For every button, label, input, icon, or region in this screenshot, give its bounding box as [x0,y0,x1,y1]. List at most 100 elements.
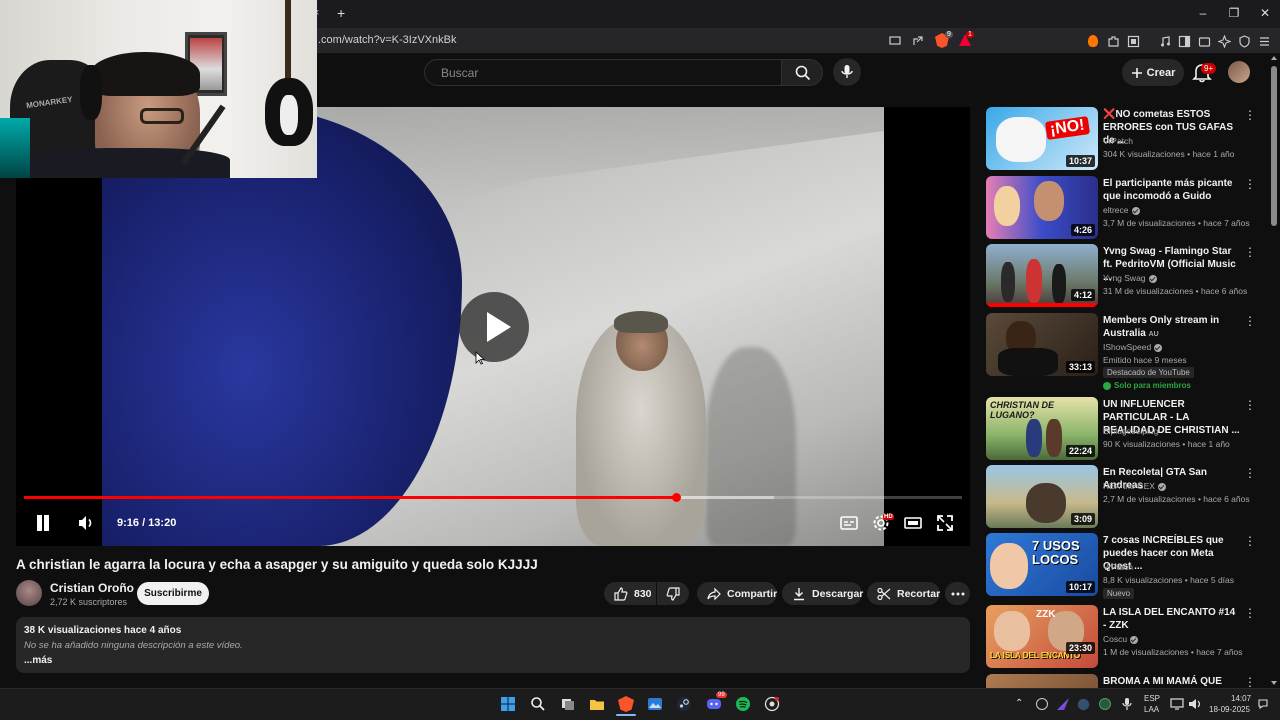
windows-start-icon[interactable] [500,696,516,712]
extension-flame-icon[interactable] [1088,35,1098,47]
video-thumbnail[interactable]: ¡NO! 10:37 [986,107,1098,170]
spotify-icon[interactable] [735,696,751,712]
task-view-icon[interactable] [560,696,576,712]
recommendation-item[interactable]: 33:13 Members Only stream in Australia A… [986,313,1256,393]
recommendation-channel[interactable]: Elplugeselplug [1103,426,1158,436]
recommendation-channel[interactable]: Yvng Swag [1103,273,1157,283]
network-icon[interactable] [1170,698,1184,710]
recommendation-item[interactable]: 4:12 Yvng Swag - Flamingo Star ft. Pedri… [986,244,1256,308]
extension-puzzle-icon[interactable] [1107,35,1120,48]
wallet-icon[interactable] [1198,35,1211,48]
file-explorer-icon[interactable] [589,696,605,712]
window-minimize-button[interactable]: – [1195,6,1211,20]
video-thumbnail[interactable]: 4:12 [986,244,1098,307]
obs-record-icon[interactable] [764,696,780,712]
tray-app-icon[interactable] [1036,698,1048,710]
new-tab-button[interactable]: + [337,5,345,21]
clock-date[interactable]: 18-09-2025 [1209,705,1250,714]
recommendation-channel[interactable]: eltrece [1103,205,1140,215]
sidebar-toggle-icon[interactable] [1127,35,1140,48]
recommendation-channel[interactable]: VrPatch [1103,562,1133,572]
recommendation-title[interactable]: El participante más picante que incomodó… [1103,177,1241,203]
voice-search-button[interactable] [833,58,861,86]
steam-icon[interactable] [676,696,692,712]
more-vertical-icon[interactable]: ⋮ [1244,676,1256,688]
keyboard-layout[interactable]: LAA [1144,705,1159,714]
create-button[interactable]: Crear [1122,59,1184,86]
tray-shield-icon[interactable] [1099,698,1111,710]
video-thumbnail[interactable]: 33:13 [986,313,1098,376]
big-play-button[interactable] [459,292,529,362]
scrollbar-thumb[interactable] [1271,66,1277,226]
recommendation-item[interactable]: 7 USOS LOCOS 10:17 7 cosas INCREÍBLES qu… [986,533,1256,603]
dislike-button[interactable] [657,582,689,605]
share-page-icon[interactable] [912,35,924,47]
recommendation-item[interactable]: LA ISLA DEL ENCANTO ZZK 23:30 LA ISLA DE… [986,605,1256,669]
language-code[interactable]: ESP [1144,694,1160,703]
description-box[interactable]: 38 K visualizaciones hace 4 años No se h… [16,617,970,673]
profile-avatar[interactable] [1228,61,1250,83]
recommendation-item[interactable]: ¡NO! 10:37 ❌NO cometas ESTOS ERRORES con… [986,107,1256,171]
recommendation-title[interactable]: LA ISLA DEL ENCANTO #14 - ZZK [1103,606,1241,632]
scroll-up-arrow-icon[interactable] [1270,55,1278,61]
video-thumbnail[interactable]: CHRISTIAN DE LUGANO? 22:24 [986,397,1098,460]
progress-scrubber-handle[interactable] [671,493,681,502]
tray-mic-icon[interactable] [1121,697,1133,711]
recommendation-channel[interactable]: IShowSpeed [1103,342,1163,352]
more-vertical-icon[interactable]: ⋮ [1244,109,1256,123]
download-button[interactable]: Descargar [782,582,863,605]
more-vertical-icon[interactable]: ⋮ [1244,467,1256,481]
browser-menu-icon[interactable] [1258,35,1271,48]
progress-bar[interactable] [24,493,962,502]
window-restore-button[interactable]: ❐ [1226,6,1242,20]
more-vertical-icon[interactable]: ⋮ [1244,399,1256,413]
recommendation-item[interactable]: BROMA A MI MAMÁ QUE ⋮ [986,674,1256,688]
subscribe-button[interactable]: Suscribirme [137,582,209,605]
cast-icon[interactable] [889,35,901,47]
search-input[interactable] [425,60,781,85]
volume-icon[interactable] [76,513,96,533]
theater-mode-icon[interactable] [903,513,923,533]
leo-ai-icon[interactable] [1218,35,1231,48]
media-music-icon[interactable] [1159,35,1172,48]
more-vertical-icon[interactable]: ⋮ [1244,535,1256,549]
more-vertical-icon[interactable]: ⋮ [1244,607,1256,621]
share-button[interactable]: Compartir [697,582,777,605]
fullscreen-icon[interactable] [935,513,955,533]
more-vertical-icon[interactable]: ⋮ [1244,315,1256,329]
more-vertical-icon[interactable]: ⋮ [1244,178,1256,192]
recommendation-channel[interactable]: Coscu [1103,634,1139,644]
window-close-button[interactable]: ✕ [1257,6,1273,20]
vpn-shield-icon[interactable] [1238,35,1251,48]
scroll-down-arrow-icon[interactable] [1270,680,1278,686]
recommendation-title[interactable]: Members Only stream in Australia AU [1103,314,1241,341]
video-thumbnail[interactable]: 7 USOS LOCOS 10:17 [986,533,1098,596]
more-vertical-icon[interactable]: ⋮ [1244,246,1256,260]
show-more-link[interactable]: ...más [24,655,962,666]
url-text[interactable]: .com/watch?v=K-3IzVXnkBk [318,34,456,46]
video-thumbnail[interactable]: LA ISLA DEL ENCANTO ZZK 23:30 [986,605,1098,668]
video-thumbnail[interactable]: 3:09 [986,465,1098,528]
pause-button[interactable] [34,513,52,533]
recommendation-channel[interactable]: REX the GEX [1103,481,1166,491]
search-button[interactable] [781,59,823,86]
video-thumbnail[interactable]: 4:26 [986,176,1098,239]
more-actions-button[interactable] [945,582,970,605]
recommendation-channel[interactable]: VrPatch [1103,136,1133,146]
taskbar-search-icon[interactable] [530,696,546,712]
video-thumbnail[interactable] [986,674,1098,688]
notification-center-icon[interactable] [1257,698,1269,710]
channel-name[interactable]: Cristian Oroño [50,581,134,595]
recommendation-title[interactable]: BROMA A MI MAMÁ QUE [1103,675,1241,688]
recommendation-item[interactable]: 4:26 El participante más picante que inc… [986,176,1256,240]
like-button[interactable]: 830 [604,582,656,605]
channel-avatar[interactable] [16,580,42,606]
clip-button[interactable]: Recortar [867,582,940,605]
tray-overflow-chevron-icon[interactable]: ⌃ [1015,698,1023,709]
tray-steam-icon[interactable] [1077,698,1090,711]
speaker-icon[interactable] [1188,698,1202,710]
recommendation-item[interactable]: 3:09 En Recoleta| GTA San Andreas REX th… [986,465,1256,529]
photos-icon[interactable] [647,696,663,712]
discord-icon[interactable] [706,696,722,712]
recommendation-item[interactable]: CHRISTIAN DE LUGANO? 22:24 UN INFLUENCER… [986,397,1256,461]
